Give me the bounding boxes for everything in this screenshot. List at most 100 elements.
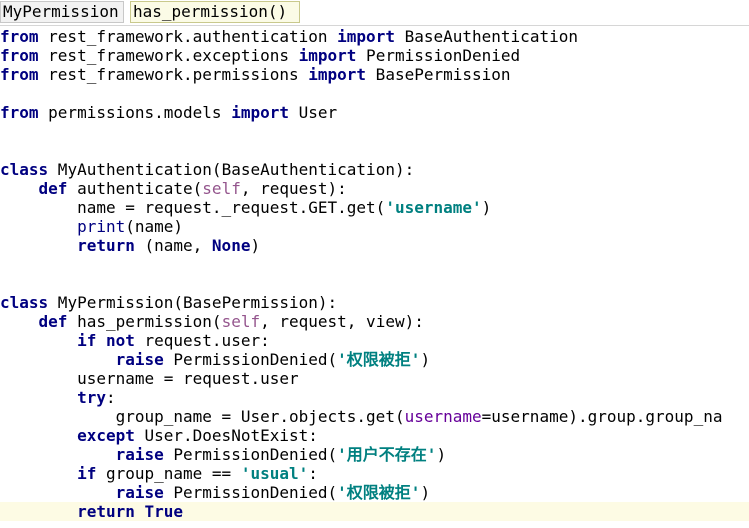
code-token: try: [77, 388, 106, 407]
code-line: username = request.user: [0, 369, 749, 388]
code-token: rest_framework.permissions: [38, 65, 309, 84]
breadcrumb-function-item[interactable]: has_permission(): [130, 1, 300, 23]
code-line: raise PermissionDenied('权限被拒'): [0, 350, 749, 369]
code-line: class MyPermission(BasePermission):: [0, 293, 749, 312]
code-line: class MyAuthentication(BaseAuthenticatio…: [0, 160, 749, 179]
code-token: raise: [115, 483, 164, 502]
code-token: group_name = User.objects.get(: [0, 407, 405, 426]
code-token: from: [0, 27, 39, 46]
code-line: print(name): [0, 217, 749, 236]
code-token: MyPermission(BasePermission):: [48, 293, 338, 312]
code-token: permissions.models: [38, 103, 232, 122]
code-token: authenticate(: [67, 179, 203, 198]
code-token: MyAuthentication(BaseAuthentication):: [48, 160, 415, 179]
code-token: username: [404, 407, 482, 426]
code-token: has_permission(: [67, 312, 222, 331]
code-token: =username).group.group_na: [481, 407, 723, 426]
code-line: except User.DoesNotExist:: [0, 426, 749, 445]
code-line: try:: [0, 388, 749, 407]
code-token: class: [0, 160, 49, 179]
code-token: username = request.user: [0, 369, 299, 388]
code-token: :: [105, 388, 116, 407]
code-token: rest_framework.authentication: [38, 27, 338, 46]
code-token: , request, view):: [260, 312, 424, 331]
code-token: (name): [125, 217, 184, 236]
breadcrumb: MyPermission has_permission(): [0, 0, 749, 26]
code-token: PermissionDenied(: [163, 445, 338, 464]
code-token: class: [0, 293, 49, 312]
code-token: name = request._request.GET.get(: [0, 198, 386, 217]
code-token: return True: [77, 502, 184, 521]
code-token: if: [77, 464, 97, 483]
code-line: def has_permission(self, request, view):: [0, 312, 749, 331]
code-token: self: [221, 312, 261, 331]
code-token: def: [38, 179, 68, 198]
code-line: from rest_framework.exceptions import Pe…: [0, 46, 749, 65]
code-token: BaseAuthentication: [394, 27, 578, 46]
code-token: group_name ==: [96, 464, 241, 483]
code-line: def authenticate(self, request):: [0, 179, 749, 198]
code-token: PermissionDenied: [356, 46, 521, 65]
code-token: '用户不存在': [337, 445, 437, 464]
code-token: BasePermission: [366, 65, 511, 84]
code-line: name = request._request.GET.get('usernam…: [0, 198, 749, 217]
code-token: PermissionDenied(: [163, 483, 338, 502]
code-token: ): [420, 483, 431, 502]
code-token: if not: [77, 331, 135, 350]
code-line: from permissions.models import User: [0, 103, 749, 122]
code-token: 'username': [385, 198, 482, 217]
code-token: except: [77, 426, 135, 445]
code-token: rest_framework.exceptions: [38, 46, 299, 65]
code-line-current: return True: [0, 502, 749, 521]
code-token: import: [337, 27, 395, 46]
code-token: ): [420, 350, 431, 369]
code-line: if not request.user:: [0, 331, 749, 350]
code-token: import: [308, 65, 367, 84]
code-token: None: [211, 236, 251, 255]
code-line: raise PermissionDenied('权限被拒'): [0, 483, 749, 502]
code-token: import: [231, 103, 289, 122]
code-token: ): [250, 236, 261, 255]
code-token: PermissionDenied(: [163, 350, 338, 369]
code-line: from rest_framework.permissions import B…: [0, 65, 749, 84]
code-token: 'usual': [240, 464, 309, 483]
code-token: from: [0, 103, 39, 122]
code-token: (name,: [134, 236, 212, 255]
code-token: ): [436, 445, 447, 464]
code-token: '权限被拒': [337, 483, 421, 502]
code-line: group_name = User.objects.get(username=u…: [0, 407, 749, 426]
code-token: print: [77, 217, 126, 236]
code-token: from: [0, 65, 39, 84]
code-token: ): [481, 198, 492, 217]
code-line: return (name, None): [0, 236, 749, 255]
code-token: User: [288, 103, 338, 122]
code-token: :: [308, 464, 318, 483]
code-token: import: [298, 46, 357, 65]
code-line: raise PermissionDenied('用户不存在'): [0, 445, 749, 464]
code-token: request.user:: [134, 331, 270, 350]
code-line: if group_name == 'usual':: [0, 464, 749, 483]
code-editor[interactable]: from rest_framework.authentication impor…: [0, 26, 749, 528]
breadcrumb-class-item[interactable]: MyPermission: [0, 1, 124, 23]
code-token: raise: [115, 445, 164, 464]
code-token: User.DoesNotExist:: [134, 426, 318, 445]
code-token: self: [202, 179, 241, 198]
code-token: raise: [115, 350, 164, 369]
code-token: '权限被拒': [337, 350, 421, 369]
code-token: from: [0, 46, 39, 65]
